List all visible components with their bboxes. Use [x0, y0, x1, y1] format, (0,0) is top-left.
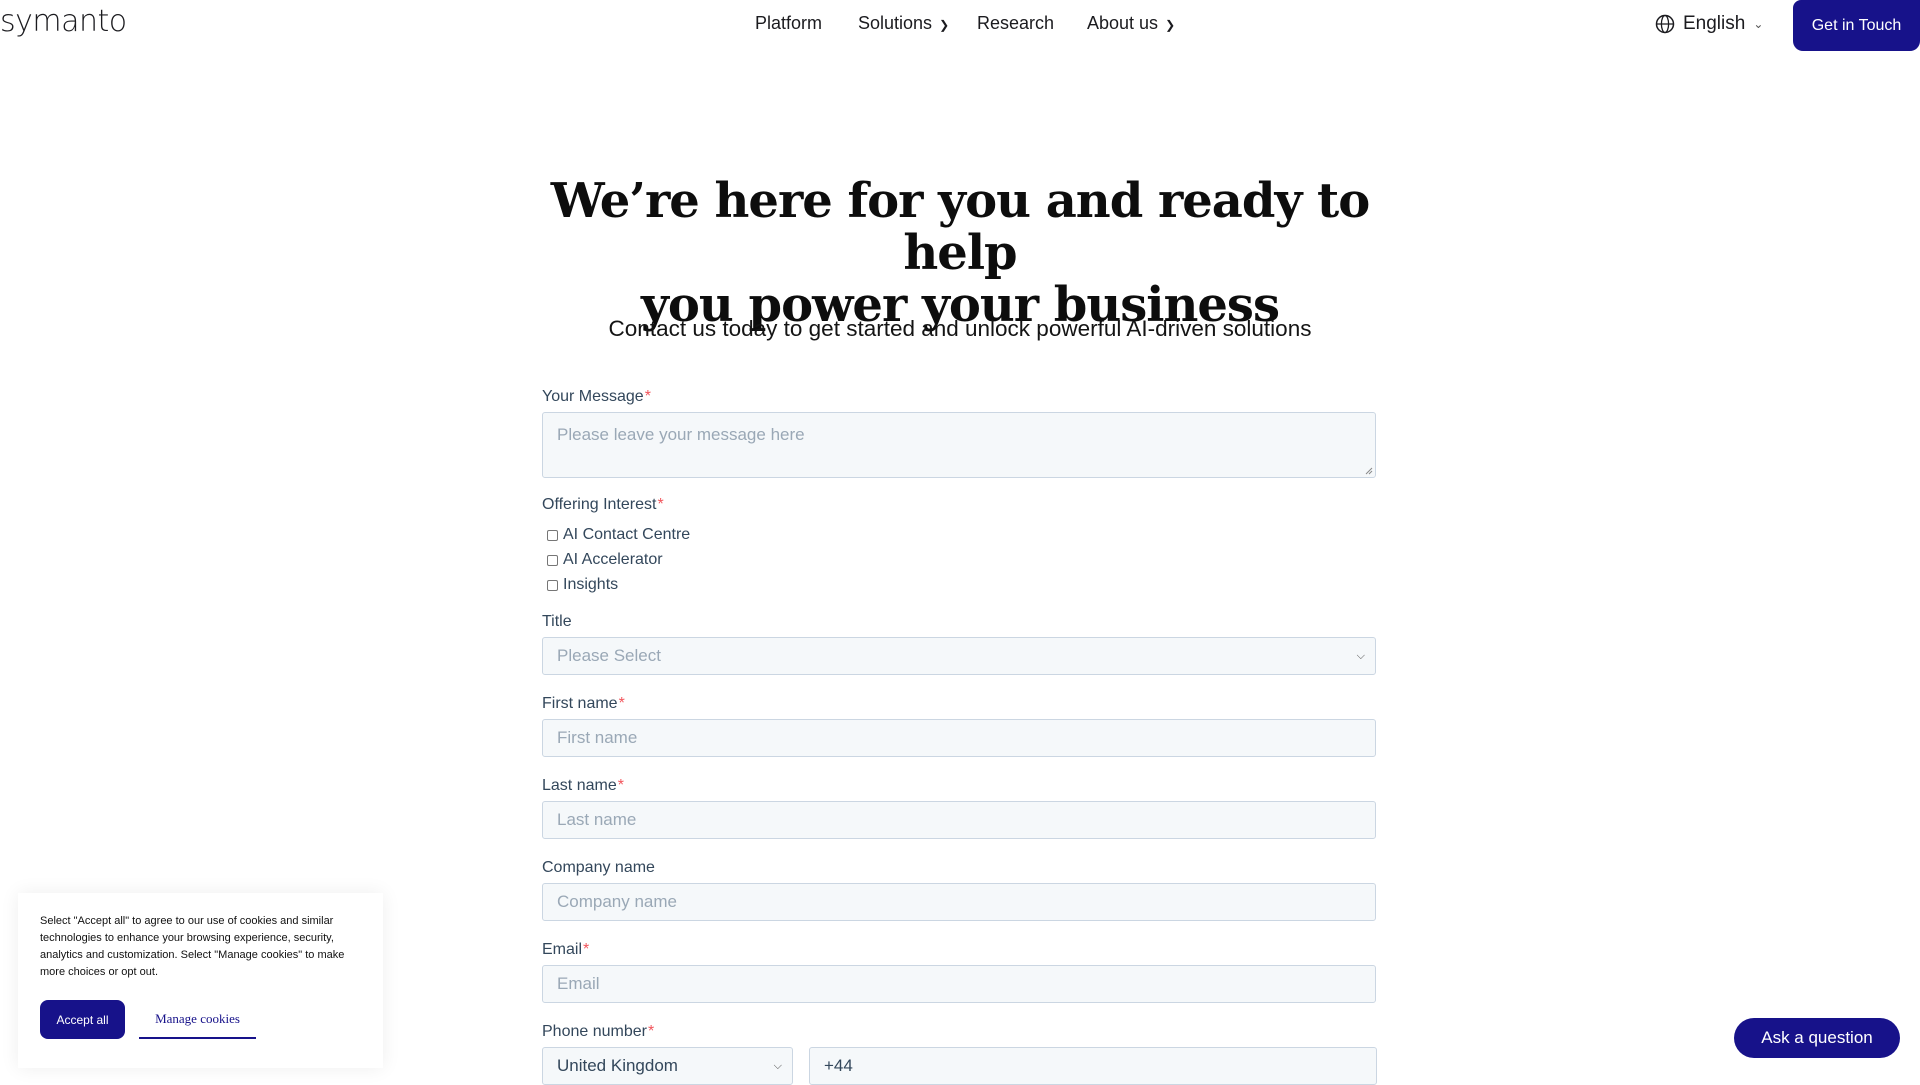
nav-research[interactable]: Research	[977, 13, 1054, 34]
required-marker: *	[647, 1023, 655, 1040]
company-name-placeholder: Company name	[557, 892, 678, 911]
nav-solutions[interactable]: Solutions ❯	[858, 13, 949, 34]
nav-about-us[interactable]: About us ❯	[1087, 13, 1175, 34]
last-name-label: Last name*	[542, 777, 624, 795]
checkbox-label: AI Contact Centre	[563, 526, 691, 543]
get-in-touch-button[interactable]: Get in Touch	[1793, 0, 1920, 51]
last-name-placeholder: Last name	[557, 810, 637, 829]
phone-number-label: Phone number*	[542, 1023, 654, 1041]
required-marker: *	[617, 777, 624, 794]
email-field[interactable]: Email	[542, 965, 1376, 1003]
checkbox-label: Insights	[563, 576, 619, 593]
cookie-banner: Select "Accept all" to agree to our use …	[18, 893, 383, 1068]
page-subtitle: Contact us today to get started and unlo…	[608, 316, 1312, 341]
required-marker: *	[583, 941, 590, 958]
manage-cookies-button[interactable]: Manage cookies	[139, 1000, 256, 1039]
phone-label-text: Phone number	[542, 1023, 647, 1040]
nav-platform-label: Platform	[755, 13, 823, 33]
first-name-label: First name*	[542, 695, 625, 713]
nav-about-label: About us	[1087, 13, 1159, 33]
page-title: We’re here for you and ready to help you…	[490, 175, 1430, 331]
email-label: Email*	[542, 941, 589, 959]
required-marker: *	[657, 496, 664, 513]
resize-handle-icon[interactable]	[1365, 467, 1373, 475]
offering-interest-label: Offering Interest*	[542, 496, 664, 514]
required-marker: *	[644, 388, 651, 405]
checkbox[interactable]	[547, 579, 558, 591]
language-selector[interactable]: English ⌄	[1655, 13, 1763, 35]
last-name-label-text: Last name	[542, 777, 617, 794]
email-label-text: Email	[542, 941, 583, 958]
globe-icon	[1655, 14, 1675, 34]
title-label: Title	[542, 613, 572, 630]
email-placeholder: Email	[557, 974, 600, 993]
checkbox-label: AI Accelerator	[563, 551, 663, 568]
message-label-text: Your Message	[542, 388, 644, 405]
message-label: Your Message*	[542, 388, 651, 406]
accept-all-button[interactable]: Accept all	[40, 1000, 125, 1039]
phone-country-value: United Kingdom	[557, 1056, 678, 1075]
ask-a-question-button[interactable]: Ask a question	[1734, 1018, 1900, 1058]
first-name-field[interactable]: First name	[542, 719, 1376, 757]
chevron-down-icon: ⌵	[1356, 650, 1365, 662]
checkbox[interactable]	[547, 529, 558, 541]
nav-platform[interactable]: Platform	[755, 13, 822, 34]
chevron-down-icon: ⌵	[773, 1060, 782, 1072]
first-name-label-text: First name	[542, 695, 618, 712]
chevron-down-icon: ❯	[939, 17, 950, 32]
company-name-field[interactable]: Company name	[542, 883, 1376, 921]
checkbox[interactable]	[547, 554, 558, 566]
title-select[interactable]: Please Select ⌵	[542, 637, 1376, 675]
chevron-down-icon: ⌄	[1753, 17, 1764, 31]
nav-solutions-label: Solutions	[858, 13, 933, 33]
language-label: English	[1683, 13, 1746, 34]
last-name-field[interactable]: Last name	[542, 801, 1376, 839]
phone-number-field[interactable]: +44	[809, 1047, 1377, 1085]
first-name-placeholder: First name	[557, 728, 638, 747]
main-nav: Platform Solutions ❯ Research About us ❯	[0, 13, 1920, 39]
phone-code-value: +44	[824, 1056, 853, 1075]
company-name-label: Company name	[542, 859, 655, 876]
message-placeholder: Please leave your message here	[557, 425, 805, 444]
phone-country-select[interactable]: United Kingdom ⌵	[542, 1047, 793, 1085]
nav-research-label: Research	[977, 13, 1055, 33]
chevron-down-icon: ❯	[1165, 17, 1176, 32]
site-header: symanto Platform Solutions ❯ Research Abo…	[0, 0, 1920, 51]
checkbox-insights[interactable]: Insights	[547, 576, 618, 594]
required-marker: *	[618, 695, 625, 712]
cookie-text: Select "Accept all" to agree to our use …	[40, 915, 345, 978]
checkbox-ai-contact-centre[interactable]: AI Contact Centre	[547, 526, 690, 544]
page-title-line-1: We’re here for you and ready to help	[550, 173, 1371, 281]
offering-label-text: Offering Interest	[542, 496, 657, 513]
message-textarea[interactable]: Please leave your message here	[542, 412, 1376, 478]
checkbox-ai-accelerator[interactable]: AI Accelerator	[547, 551, 663, 569]
title-select-value: Please Select	[557, 646, 661, 665]
